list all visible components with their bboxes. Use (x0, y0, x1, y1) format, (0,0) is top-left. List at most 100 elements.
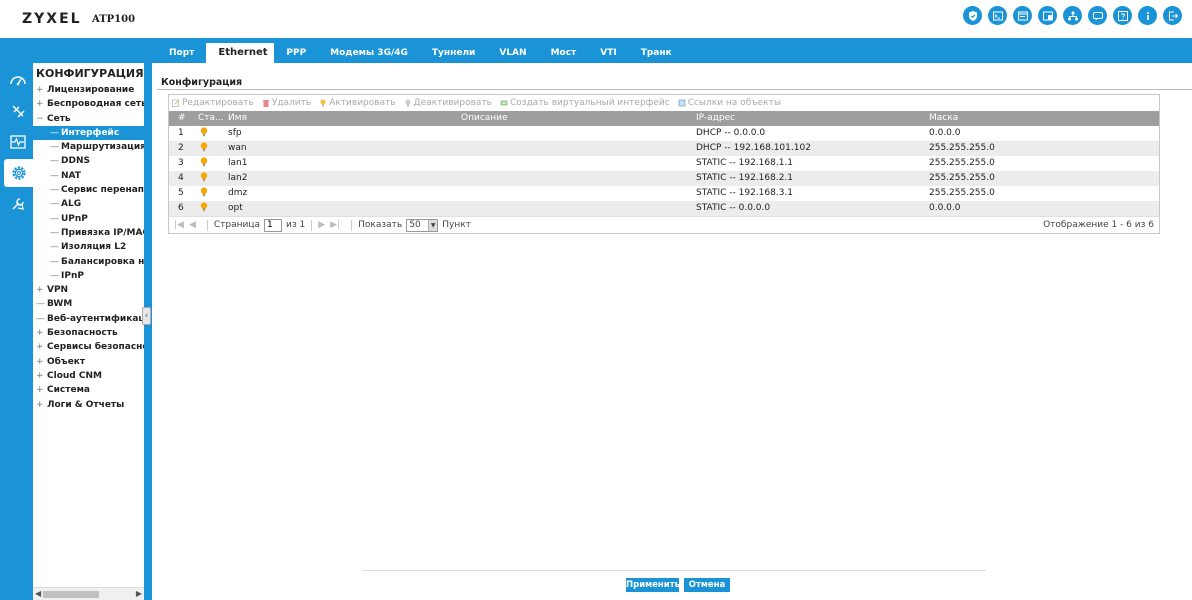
table-header: # Ста... Имя Описание IP-адрес Маска (169, 111, 1159, 126)
sidebar-item-label: Изоляция L2 (61, 242, 127, 253)
table-row[interactable]: 4 lan2 STATIC -- 192.168.2.1 255.255.255.0 (169, 171, 1159, 186)
sidebar-item-8[interactable]: — ALG (33, 197, 144, 211)
sidebar-item-16[interactable]: —Веб-аутентификация (33, 312, 144, 326)
sidebar-item-1[interactable]: + Беспроводная сеть (33, 97, 144, 111)
chat-icon[interactable] (1088, 6, 1107, 25)
row-mask: 0.0.0.0 (929, 128, 961, 138)
col-number[interactable]: # (169, 111, 194, 126)
collapse-sidebar-button[interactable]: ‹ (142, 307, 151, 325)
table-row[interactable]: 3 lan1 STATIC -- 192.168.1.1 255.255.255.0 (169, 156, 1159, 171)
bulb-icon (200, 127, 208, 137)
help-icon[interactable] (1113, 6, 1132, 25)
object-refs-button[interactable]: Ссылки на объекты (678, 98, 781, 108)
sidebar-item-0[interactable]: + Лицензирование (33, 83, 144, 97)
sidebar-item-9[interactable]: — UPnP (33, 212, 144, 226)
edit-button[interactable]: Редактировать (172, 98, 254, 108)
create-virtual-button[interactable]: Создать виртуальный интерфейс (500, 98, 670, 108)
tools-icon[interactable] (4, 190, 31, 218)
expand-icon: + (36, 356, 44, 367)
col-mask[interactable]: Маска (929, 111, 1159, 126)
first-page-icon[interactable]: |◀ (174, 220, 184, 230)
tab-3[interactable]: Модемы 3G/4G (318, 43, 420, 63)
tab-5[interactable]: VLAN (487, 43, 538, 63)
console-icon[interactable] (1013, 6, 1032, 25)
sidebar-item-2[interactable]: − Сеть (33, 112, 144, 126)
network-icon[interactable] (1063, 6, 1082, 25)
tab-7[interactable]: VTI (588, 43, 628, 63)
sidebar-item-21[interactable]: + Система (33, 383, 144, 397)
tab-1[interactable]: Ethernet (206, 43, 275, 63)
sidebar-item-19[interactable]: + Объект (33, 355, 144, 369)
tab-0[interactable]: Порт (157, 43, 206, 63)
per-page-select[interactable]: 50 ▼ (406, 218, 439, 232)
sidebar-item-12[interactable]: —Балансировка наг (33, 255, 144, 269)
bulb-icon (200, 157, 208, 167)
logout-icon[interactable] (1163, 6, 1182, 25)
sidebar-item-13[interactable]: — IPnP (33, 269, 144, 283)
scrollbar-thumb[interactable] (43, 591, 99, 598)
sidebar-item-14[interactable]: + VPN (33, 283, 144, 297)
col-status[interactable]: Ста... (194, 111, 228, 126)
tab-8[interactable]: Транк (629, 43, 684, 63)
sidebar-item-label: Сервис перенапра (61, 185, 144, 196)
col-name[interactable]: Имя (228, 111, 461, 126)
bulb-icon (200, 187, 208, 197)
scroll-left-icon[interactable]: ◀ (35, 589, 41, 598)
col-description[interactable]: Описание (461, 111, 696, 126)
activate-button[interactable]: Активировать (319, 98, 396, 108)
sidebar-item-5[interactable]: — DDNS (33, 154, 144, 168)
info-icon[interactable] (1138, 6, 1157, 25)
col-ip[interactable]: IP-адрес (696, 111, 929, 126)
row-number: 3 (178, 158, 184, 168)
sidebar-item-20[interactable]: + Cloud CNM (33, 369, 144, 383)
scroll-right-icon[interactable]: ▶ (136, 589, 142, 598)
sidebar-item-label: DDNS (61, 156, 90, 167)
sidebar-item-4[interactable]: — Маршрутизация (33, 140, 144, 154)
last-page-icon[interactable]: ▶| (330, 220, 340, 230)
tree-branch-icon: — (36, 313, 45, 324)
sidebar-item-15[interactable]: — BWM (33, 297, 144, 311)
sidebar-scrollbar[interactable]: ◀ ▶ (33, 587, 144, 600)
row-name: opt (228, 203, 243, 213)
prev-page-icon[interactable]: ◀ (189, 220, 196, 230)
table-row[interactable]: 5 dmz STATIC -- 192.168.3.1 255.255.255.0 (169, 186, 1159, 201)
monitor-icon[interactable] (4, 97, 31, 125)
next-page-icon[interactable]: ▶ (318, 220, 325, 230)
apply-button[interactable]: Применить (626, 578, 680, 592)
expand-icon: + (36, 385, 44, 396)
deactivate-button[interactable]: Деактивировать (404, 98, 492, 108)
tree-branch-icon: — (50, 142, 59, 153)
gear-icon[interactable] (4, 159, 33, 187)
sidebar-item-label: Сеть (47, 113, 71, 124)
row-ip: DHCP -- 192.168.101.102 (696, 143, 811, 153)
cancel-button[interactable]: Отмена (684, 578, 730, 592)
sidebar-item-22[interactable]: + Логи & Отчеты (33, 398, 144, 412)
tab-6[interactable]: Мост (539, 43, 589, 63)
sidebar-item-label: Безопасность (47, 328, 118, 339)
table-row[interactable]: 6 opt STATIC -- 0.0.0.0 0.0.0.0 (169, 201, 1159, 216)
sidebar-item-label: NAT (61, 170, 81, 181)
table-row[interactable]: 1 sfp DHCP -- 0.0.0.0 0.0.0.0 (169, 126, 1159, 141)
sidebar-item-7[interactable]: —Сервис перенапра (33, 183, 144, 197)
sidebar-item-17[interactable]: + Безопасность (33, 326, 144, 340)
tab-4[interactable]: Туннели (420, 43, 487, 63)
pulse-icon[interactable] (4, 128, 31, 156)
window-icon[interactable] (1038, 6, 1057, 25)
sidebar-item-18[interactable]: +Сервисы безопасност (33, 340, 144, 354)
sidebar-item-11[interactable]: — Изоляция L2 (33, 240, 144, 254)
expand-icon: + (36, 99, 44, 110)
references-icon (678, 99, 686, 107)
tree-branch-icon: — (50, 270, 59, 281)
sidebar-item-3[interactable]: — Интерфейс (33, 125, 144, 141)
table-row[interactable]: 2 wan DHCP -- 192.168.101.102 255.255.255.0 (169, 141, 1159, 156)
sidebar-item-6[interactable]: — NAT (33, 169, 144, 183)
sidebar-item-10[interactable]: — Привязка IP/MAC (33, 226, 144, 240)
tab-2[interactable]: PPP (274, 43, 318, 63)
row-description (461, 186, 696, 201)
dashboard-icon[interactable] (4, 66, 31, 94)
delete-button[interactable]: Удалить (262, 98, 311, 108)
sidebar-item-label: Веб-аутентификация (47, 313, 144, 324)
page-input[interactable] (264, 218, 283, 232)
shield-icon[interactable] (963, 6, 982, 25)
terminal-icon[interactable] (988, 6, 1007, 25)
